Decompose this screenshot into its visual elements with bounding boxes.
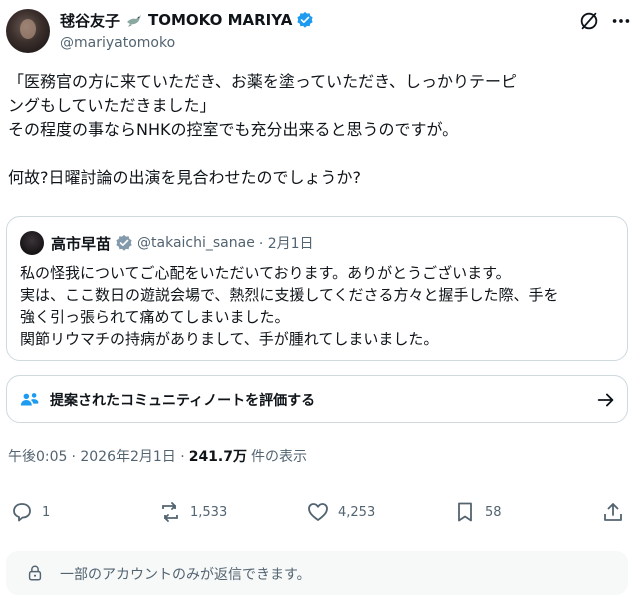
- quoted-line: 実は、ここ数日の遊説会場で、熱烈に支援してくださる方々と握手した際、手を: [20, 286, 559, 304]
- dove-icon: [124, 10, 144, 30]
- repost-count: 1,533: [190, 504, 228, 520]
- quoted-date: · 2月1日: [258, 236, 314, 252]
- share-button[interactable]: [601, 500, 625, 524]
- tweet-text: 「医務官の方に来ていただき、お薬を塗っていただき、しっかりテーピ ングもしていた…: [8, 70, 630, 190]
- quoted-header: 高市早苗 @takaichi_sanae · 2月1日: [51, 232, 314, 254]
- bookmark-icon: [458, 502, 472, 522]
- author-name-row[interactable]: 毬谷友子 TOMOKO MARIYA: [60, 9, 314, 31]
- author-name[interactable]: 毬谷友子: [60, 10, 120, 31]
- quoted-tweet[interactable]: 高市早苗 @takaichi_sanae · 2月1日 私の怪我についてご心配を…: [6, 216, 628, 361]
- bookmark-count: 58: [485, 504, 502, 520]
- community-note-button[interactable]: 提案されたコミュニティノートを評価する: [6, 375, 628, 423]
- community-note-label: 提案されたコミュニティノートを評価する: [50, 393, 316, 409]
- like-count: 4,253: [338, 504, 376, 520]
- quoted-line: 強く引っ張られて痛めてしまいました。: [20, 308, 290, 326]
- quoted-text: 私の怪我についてご心配をいただいております。ありがとうございます。 実は、ここ数…: [20, 262, 620, 350]
- lock-icon: [26, 564, 44, 582]
- avatar[interactable]: [6, 9, 50, 53]
- reply-count: 1: [42, 504, 51, 520]
- verified-badge-gray-icon: [115, 234, 133, 252]
- views-count[interactable]: 241.7万: [189, 446, 247, 466]
- quoted-line: 私の怪我についてご心配をいただいております。ありがとうございます。: [20, 264, 511, 282]
- like-button[interactable]: 4,253: [306, 500, 375, 524]
- tweet-line: ングもしていただきました」: [8, 96, 216, 115]
- reply-restriction-notice: 一部のアカウントのみが返信できます。: [6, 551, 628, 595]
- bookmark-button[interactable]: 58: [453, 500, 502, 524]
- arrow-right-icon: [595, 389, 617, 411]
- reply-button[interactable]: 1: [10, 500, 50, 524]
- author-name-latin[interactable]: TOMOKO MARIYA: [148, 11, 292, 29]
- people-icon: [19, 389, 41, 411]
- quoted-handle: @takaichi_sanae: [137, 235, 255, 251]
- reply-restriction-text: 一部のアカウントのみが返信できます。: [60, 567, 311, 583]
- tweet-line: その程度の事ならNHKの控室でも充分出来ると思うのですが。: [8, 120, 459, 139]
- views-label: 件の表示: [251, 449, 307, 465]
- grok-icon[interactable]: [578, 10, 600, 32]
- tweet-date[interactable]: · 2026年2月1日 ·: [71, 446, 184, 466]
- tweet-meta: 午後0:05 · 2026年2月1日 · 241.7万 件の表示: [8, 446, 307, 466]
- tweet-line: 何故?日曜討論の出演を見合わせたのでしょうか?: [8, 168, 361, 187]
- share-icon: [604, 503, 622, 521]
- verified-badge-icon: [296, 11, 314, 29]
- repost-button[interactable]: 1,533: [158, 500, 227, 524]
- author-handle[interactable]: @mariyatomoko: [60, 35, 175, 51]
- tweet-time[interactable]: 午後0:05: [8, 446, 67, 466]
- quoted-author-name: 高市早苗: [51, 234, 112, 253]
- quoted-avatar[interactable]: [20, 231, 44, 255]
- quoted-line: 関節リウマチの持病がありまして、手が腫れてしまいました。: [20, 330, 439, 348]
- repost-icon: [162, 502, 178, 522]
- more-icon[interactable]: [610, 10, 632, 32]
- tweet-line: 「医務官の方に来ていただき、お薬を塗っていただき、しっかりテーピ: [8, 72, 517, 91]
- heart-icon: [308, 503, 328, 521]
- reply-icon: [13, 503, 31, 522]
